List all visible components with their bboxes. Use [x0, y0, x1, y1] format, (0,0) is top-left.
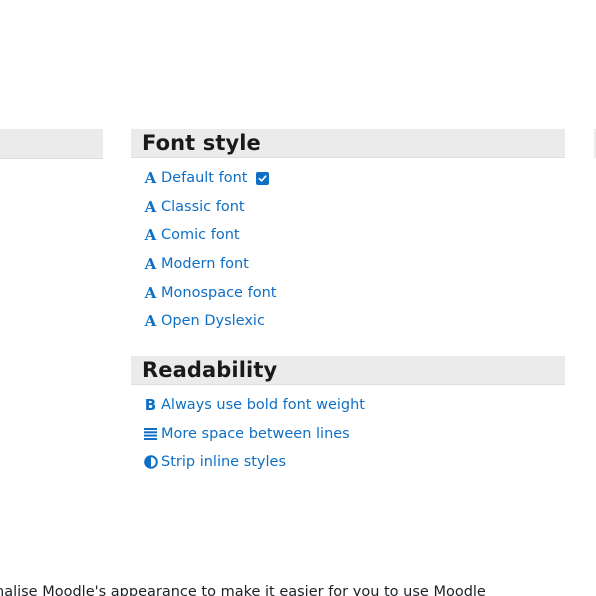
font-option-monospace[interactable]: A Monospace font [131, 278, 565, 307]
readability-option-label: More space between lines [161, 425, 350, 442]
readability-heading: Readability [131, 356, 565, 385]
font-option-default[interactable]: A Default font [131, 164, 565, 193]
font-option-classic[interactable]: A Classic font [131, 193, 565, 222]
font-a-icon: A [144, 312, 157, 331]
font-option-label: Default font [161, 170, 248, 187]
line-spacing-icon [143, 427, 158, 440]
readability-option-label: Always use bold font weight [161, 397, 365, 414]
font-option-label: Modern font [161, 256, 249, 273]
readability-option-line-spacing[interactable]: More space between lines [131, 420, 565, 449]
font-option-comic[interactable]: A Comic font [131, 221, 565, 250]
readability-list: B Always use bold font weight More space… [131, 391, 565, 477]
accessibility-settings-page: Font style A Default font A Classic font… [0, 0, 596, 596]
readability-option-bold[interactable]: B Always use bold font weight [131, 391, 565, 420]
font-option-open-dyslexic[interactable]: A Open Dyslexic [131, 307, 565, 336]
font-a-icon: A [144, 169, 157, 188]
readability-option-strip-styles[interactable]: Strip inline styles [131, 448, 565, 477]
checkmark-icon [256, 171, 270, 185]
font-option-label: Classic font [161, 198, 245, 215]
bold-b-icon: B [144, 396, 157, 415]
left-section-header [0, 129, 103, 159]
font-option-modern[interactable]: A Modern font [131, 250, 565, 279]
readability-section: Readability B Always use bold font weigh… [131, 356, 565, 477]
font-option-label: Comic font [161, 227, 240, 244]
intro-description: nalise Moodle's appearance to make it ea… [0, 584, 486, 596]
font-a-icon: A [144, 226, 157, 245]
readability-option-label: Strip inline styles [161, 454, 287, 471]
font-style-heading: Font style [131, 129, 565, 158]
font-a-icon: A [144, 197, 157, 216]
font-option-label: Open Dyslexic [161, 313, 265, 330]
font-option-label: Monospace font [161, 284, 277, 301]
font-style-section: Font style A Default font A Classic font… [131, 129, 565, 336]
contrast-half-circle-icon [143, 455, 158, 470]
font-a-icon: A [144, 283, 157, 302]
font-a-icon: A [144, 255, 157, 274]
font-style-list: A Default font A Classic font A Comic fo… [131, 164, 565, 336]
